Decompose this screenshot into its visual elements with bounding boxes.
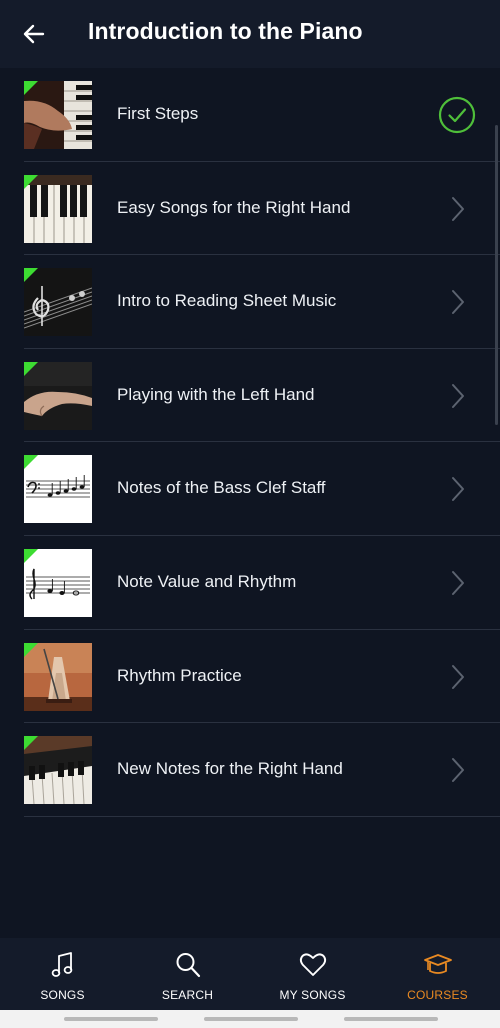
lesson-title: Playing with the Left Hand xyxy=(117,384,315,404)
new-indicator xyxy=(24,81,38,95)
lesson-title: Intro to Reading Sheet Music xyxy=(117,291,337,311)
arrow-left-icon xyxy=(23,24,45,44)
bottom-navigation: SONGS SEARCH MY SONGS COURSES xyxy=(0,938,500,1010)
back-button[interactable] xyxy=(14,14,54,54)
new-indicator xyxy=(24,361,38,376)
lesson-title: Easy Songs for the Right Hand xyxy=(117,197,351,217)
new-indicator xyxy=(24,736,38,751)
lesson-item-playing-left-hand[interactable]: Playing with the Left Hand xyxy=(0,349,500,443)
nav-label: SONGS xyxy=(40,988,85,1002)
lesson-thumbnail xyxy=(24,361,92,430)
divider xyxy=(24,815,500,817)
heart-icon xyxy=(299,953,326,976)
lesson-item-easy-songs-right-hand[interactable]: Easy Songs for the Right Hand xyxy=(0,162,500,256)
lesson-thumbnail xyxy=(24,642,92,711)
lesson-thumbnail xyxy=(24,548,92,617)
lesson-item-rhythm-practice[interactable]: Rhythm Practice xyxy=(0,630,500,724)
nav-my-songs[interactable]: MY SONGS xyxy=(250,938,375,1010)
system-nav-handle[interactable] xyxy=(204,1017,298,1021)
new-indicator xyxy=(24,548,38,563)
lesson-thumbnail xyxy=(24,455,92,524)
chevron-right-icon xyxy=(452,477,464,502)
top-app-bar: Introduction to the Piano xyxy=(0,0,500,68)
lesson-item-bass-clef-staff[interactable]: Notes of the Bass Clef Staff xyxy=(0,442,500,536)
chevron-right-icon xyxy=(452,758,464,783)
page-title: Introduction to the Piano xyxy=(88,18,363,44)
new-indicator xyxy=(24,268,38,283)
chevron-right-icon xyxy=(452,664,464,689)
nav-label: SEARCH xyxy=(161,988,214,1002)
chevron-right-icon xyxy=(452,570,464,595)
new-indicator xyxy=(24,455,38,470)
lesson-title: Rhythm Practice xyxy=(117,665,242,685)
music-note-icon xyxy=(51,952,72,977)
lesson-title: First Steps xyxy=(117,104,199,123)
lesson-thumbnail xyxy=(24,81,92,149)
lesson-item-intro-reading-sheet-music[interactable]: Intro to Reading Sheet Music xyxy=(0,255,500,349)
chevron-right-icon xyxy=(452,290,464,315)
nav-search[interactable]: SEARCH xyxy=(125,938,250,1010)
lesson-thumbnail xyxy=(24,174,92,243)
lesson-list: First Steps Easy Songs for the Right Han… xyxy=(0,68,500,817)
lesson-title: Notes of the Bass Clef Staff xyxy=(117,478,326,498)
lesson-thumbnail xyxy=(24,268,92,337)
lesson-title: Note Value and Rhythm xyxy=(117,571,297,591)
chevron-right-icon xyxy=(452,383,464,408)
lesson-item-new-notes-right-hand[interactable]: New Notes for the Right Hand xyxy=(0,723,500,817)
nav-courses[interactable]: COURSES xyxy=(375,938,500,1010)
check-circle-icon xyxy=(438,96,476,134)
nav-label: COURSES xyxy=(407,988,468,1002)
new-indicator xyxy=(24,642,38,657)
lesson-item-first-steps[interactable]: First Steps xyxy=(0,68,500,162)
search-icon xyxy=(176,953,200,978)
nav-songs[interactable]: SONGS xyxy=(0,938,125,1010)
nav-label: MY SONGS xyxy=(279,988,346,1002)
system-nav-handle[interactable] xyxy=(344,1017,438,1021)
lesson-item-note-value-rhythm[interactable]: Note Value and Rhythm xyxy=(0,536,500,630)
new-indicator xyxy=(24,174,38,189)
lesson-thumbnail xyxy=(24,736,92,805)
graduation-cap-icon xyxy=(423,954,452,974)
system-navigation-bar xyxy=(0,1010,500,1028)
chevron-right-icon xyxy=(452,196,464,221)
lesson-title: New Notes for the Right Hand xyxy=(117,759,343,779)
scrollbar[interactable] xyxy=(495,125,498,425)
system-nav-handle[interactable] xyxy=(64,1017,158,1021)
